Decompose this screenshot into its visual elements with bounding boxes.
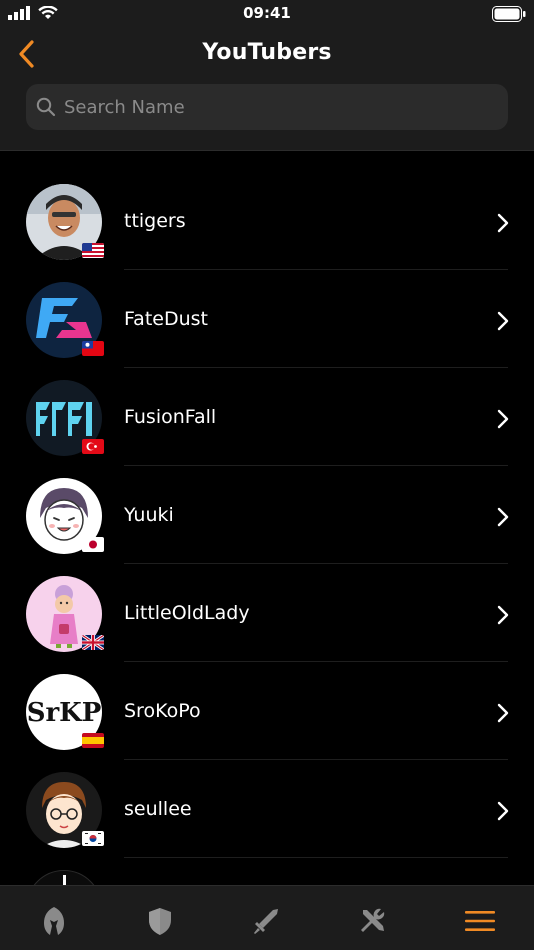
tab-defense[interactable] [140, 901, 180, 941]
list-item-fatedust[interactable]: FateDust [0, 270, 534, 368]
chevron-right-icon [497, 507, 509, 527]
list-item-name: FateDust [124, 308, 208, 330]
shield-icon [149, 908, 171, 935]
chevron-right-icon [497, 605, 509, 625]
chevron-right-icon [497, 703, 509, 723]
helmet-icon [44, 907, 64, 935]
list-item-fusionfall[interactable]: FusionFall [0, 368, 534, 466]
chevron-right-icon [497, 213, 509, 233]
youtuber-list: ttigers FateDust FusionFall Yuuki Little… [0, 151, 534, 885]
list-item-name: ttigers [124, 210, 186, 232]
status-time: 09:41 [243, 4, 291, 22]
list-item-name: SroKoPo [124, 700, 201, 722]
flag-es-icon [82, 733, 104, 748]
header-area: 09:41 YouTubers [0, 0, 534, 151]
list-item-yuuki[interactable]: Yuuki [0, 466, 534, 564]
sword-icon [254, 909, 278, 934]
tab-menu[interactable] [460, 901, 500, 941]
chevron-right-icon [497, 801, 509, 821]
search-bar[interactable] [26, 84, 508, 130]
list-item-name: Yuuki [124, 504, 174, 526]
menu-icon [465, 911, 495, 931]
list-item-partial[interactable] [0, 858, 534, 885]
tab-bar [0, 885, 534, 950]
status-bar: 09:41 [0, 0, 534, 28]
tab-weapons[interactable] [246, 901, 286, 941]
list-item-name: LittleOldLady [124, 602, 250, 624]
tab-heroes[interactable] [34, 901, 74, 941]
list-item-ttigers[interactable]: ttigers [0, 172, 534, 270]
avatar-logo-text: SrKP [27, 698, 102, 728]
flag-jp-icon [82, 537, 104, 552]
search-icon [36, 97, 56, 117]
tab-tools[interactable] [352, 901, 392, 941]
chevron-right-icon [497, 311, 509, 331]
flag-tw-icon [82, 341, 104, 356]
page-title: YouTubers [202, 40, 332, 65]
list-item-name: seullee [124, 798, 192, 820]
avatar-partial [26, 870, 102, 885]
flag-us-icon [82, 243, 104, 258]
tools-icon [361, 908, 385, 932]
search-input[interactable] [64, 96, 484, 118]
list-item-srokopo[interactable]: SrKP SroKoPo [0, 662, 534, 760]
list-item-seullee[interactable]: seullee [0, 760, 534, 858]
flag-tr-icon [82, 439, 104, 454]
list-item-littleoldlady[interactable]: LittleOldLady [0, 564, 534, 662]
flag-gb-icon [82, 635, 104, 650]
list-item-name: FusionFall [124, 406, 217, 428]
flag-kr-icon [82, 831, 104, 846]
battery-icon [492, 6, 526, 26]
chevron-right-icon [497, 409, 509, 429]
